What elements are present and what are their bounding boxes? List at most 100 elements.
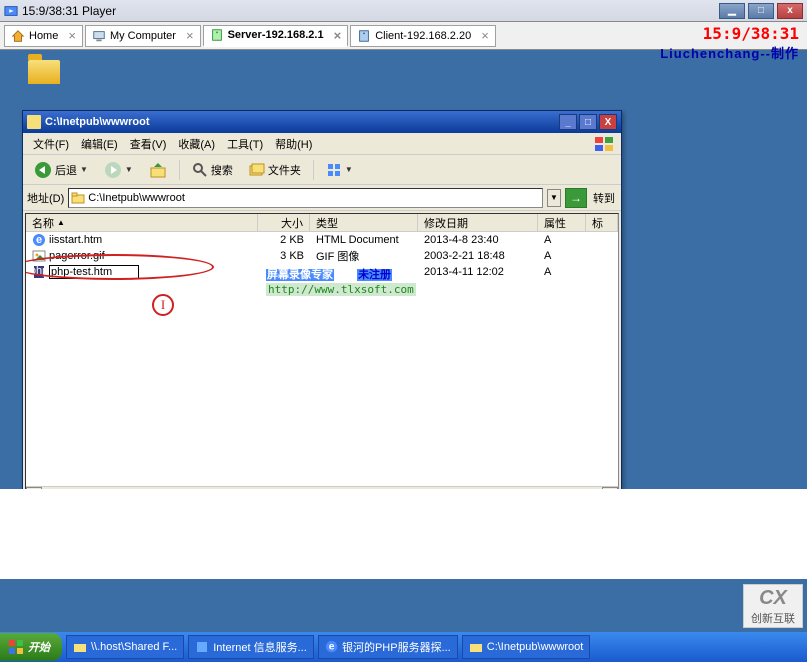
search-icon (192, 162, 208, 178)
address-dropdown-button[interactable]: ▼ (547, 189, 561, 207)
folders-button[interactable]: 文件夹 (242, 159, 308, 181)
address-label: 地址(D) (27, 190, 64, 206)
tab-close-icon[interactable]: × (186, 29, 194, 42)
window-close-button[interactable]: X (599, 114, 617, 130)
menu-tools[interactable]: 工具(T) (221, 134, 269, 154)
address-input[interactable] (88, 192, 540, 204)
taskbar-item[interactable]: Internet 信息服务... (188, 635, 314, 659)
player-close-button[interactable]: x (777, 3, 803, 19)
explorer-titlebar[interactable]: C:\Inetpub\wwwroot _ □ X (23, 111, 621, 133)
window-max-button[interactable]: □ (579, 114, 597, 130)
page-margin (0, 489, 807, 579)
tab-close-icon[interactable]: × (481, 29, 489, 42)
file-attr: A (538, 250, 586, 262)
tab-label: Home (29, 30, 58, 42)
tab-label: My Computer (110, 30, 176, 42)
folder-icon (28, 60, 60, 84)
banner-clock: 15:9/38:31 (660, 24, 799, 43)
back-button[interactable]: 后退 ▼ (27, 158, 95, 182)
task-label: Internet 信息服务... (213, 639, 307, 655)
search-label: 搜索 (211, 162, 233, 178)
column-type[interactable]: 类型 (310, 214, 418, 231)
sort-asc-icon: ▲ (57, 218, 65, 227)
column-name[interactable]: 名称▲ (26, 214, 258, 231)
svg-text:e: e (36, 234, 42, 246)
file-row[interactable]: pagerror.gif 3 KB GIF 图像 2003-2-21 18:48… (26, 248, 618, 264)
file-type: GIF 图像 (310, 248, 418, 264)
file-size: 3 KB (258, 250, 310, 262)
column-size[interactable]: 大小 (258, 214, 310, 231)
tab-server[interactable]: Server-192.168.2.1 × (203, 25, 349, 47)
window-min-button[interactable]: _ (559, 114, 577, 130)
taskbar-item[interactable]: C:\Inetpub\wwwroot (462, 635, 591, 659)
folder-icon (73, 640, 87, 654)
file-listview[interactable]: 名称▲ 大小 类型 修改日期 属性 标 e iisstart.htm 2 KB … (25, 213, 619, 503)
tab-label: Server-192.168.2.1 (228, 29, 324, 41)
menu-favorites[interactable]: 收藏(A) (172, 134, 221, 154)
menu-bar: 文件(F) 编辑(E) 查看(V) 收藏(A) 工具(T) 帮助(H) (23, 133, 621, 155)
up-folder-icon (149, 161, 167, 179)
forward-arrow-icon (104, 161, 122, 179)
iis-icon (195, 640, 209, 654)
php-file-icon: php (32, 265, 46, 279)
tab-label: Client-192.168.2.20 (375, 30, 471, 42)
window-title: C:\Inetpub\wwwroot (45, 116, 149, 128)
separator (313, 160, 314, 180)
file-name: pagerror.gif (49, 250, 105, 262)
file-attr: A (538, 266, 586, 278)
menu-file[interactable]: 文件(F) (27, 134, 75, 154)
logo-text: 创新互联 (751, 610, 795, 626)
task-label: 银河的PHP服务器探... (342, 639, 451, 655)
file-date: 2013-4-8 23:40 (418, 234, 538, 246)
toolbar: 后退 ▼ ▼ 搜索 文件夹 ▼ (23, 155, 621, 185)
file-date: 2003-2-21 18:48 (418, 250, 538, 262)
task-label: \\.host\Shared F... (91, 641, 177, 653)
player-icon (4, 4, 18, 18)
up-button[interactable] (142, 158, 174, 182)
watermark-url: http://www.tlxsoft.com (266, 283, 416, 296)
column-attributes[interactable]: 属性 (538, 214, 586, 231)
folders-icon (249, 162, 265, 178)
tab-close-icon[interactable]: × (334, 29, 342, 42)
player-max-button[interactable]: □ (748, 3, 774, 19)
views-button[interactable]: ▼ (319, 159, 360, 181)
player-title: 15:9/38:31 Player (22, 4, 116, 18)
forward-button[interactable]: ▼ (97, 158, 140, 182)
folder-icon (71, 191, 85, 205)
go-label: 转到 (591, 190, 617, 206)
menu-edit[interactable]: 编辑(E) (75, 134, 124, 154)
taskbar-item[interactable]: e 银河的PHP服务器探... (318, 635, 458, 659)
start-button[interactable]: 开始 (0, 633, 62, 661)
banner: 15:9/38:31 Liuchenchang--制作 (660, 24, 799, 62)
column-tag[interactable]: 标 (586, 214, 618, 231)
separator (179, 160, 180, 180)
back-label: 后退 (55, 162, 77, 178)
menu-help[interactable]: 帮助(H) (269, 134, 318, 154)
menu-view[interactable]: 查看(V) (124, 134, 173, 154)
tab-client[interactable]: Client-192.168.2.20 × (350, 25, 496, 47)
address-input-wrap[interactable] (68, 188, 543, 208)
folder-icon (469, 640, 483, 654)
publisher-logo: CX 创新互联 (743, 584, 803, 628)
go-button[interactable]: → (565, 188, 587, 208)
desktop-icon-mailbox[interactable] (20, 60, 68, 84)
explorer-window: C:\Inetpub\wwwroot _ □ X 文件(F) 编辑(E) 查看(… (22, 110, 622, 506)
tab-close-icon[interactable]: × (68, 29, 76, 42)
file-date: 2013-4-11 12:02 (418, 266, 538, 278)
file-name: iisstart.htm (49, 234, 102, 246)
computer-icon (92, 29, 106, 43)
file-row[interactable]: e iisstart.htm 2 KB HTML Document 2013-4… (26, 232, 618, 248)
views-icon (326, 162, 342, 178)
tab-mycomputer[interactable]: My Computer × (85, 25, 201, 47)
file-rename-input[interactable] (49, 265, 139, 279)
column-modified[interactable]: 修改日期 (418, 214, 538, 231)
player-min-button[interactable]: ▁ (719, 3, 745, 19)
taskbar: 开始 \\.host\Shared F... Internet 信息服务... … (0, 632, 807, 662)
windows-flag-icon (8, 639, 24, 655)
address-bar: 地址(D) ▼ → 转到 (23, 185, 621, 211)
taskbar-item[interactable]: \\.host\Shared F... (66, 635, 184, 659)
ie-icon: e (325, 640, 338, 654)
search-button[interactable]: 搜索 (185, 159, 240, 181)
tab-home[interactable]: Home × (4, 25, 83, 47)
home-icon (11, 29, 25, 43)
